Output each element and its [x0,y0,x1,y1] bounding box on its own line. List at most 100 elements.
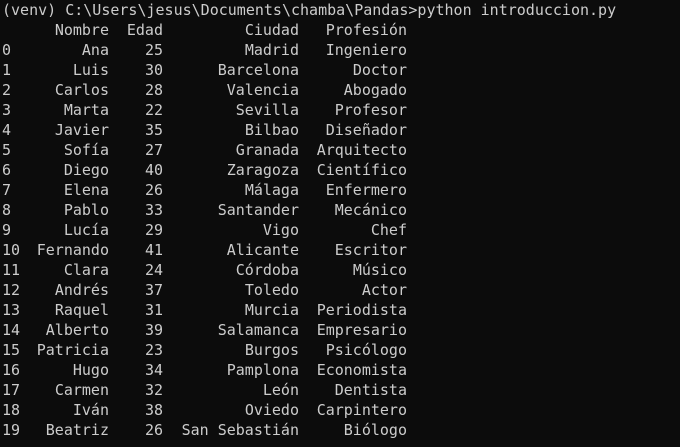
table-row: 15 Patricia 23 Burgos Psicólogo [2,340,680,360]
cell-nombre: Marta [63,101,109,119]
cell-nombre: Sofía [63,141,109,159]
row-index: 13 [2,301,21,319]
row-index: 11 [2,261,21,279]
cell-nombre: Hugo [72,361,109,379]
cell-profesion: Escritor [334,241,407,259]
cell-ciudad: Toledo [244,281,299,299]
cell-edad: 41 [144,241,163,259]
table-row: 8 Pablo 33 Santander Mecánico [2,200,680,220]
cell-ciudad: Málaga [244,181,299,199]
cell-ciudad: Salamanca [217,321,299,339]
table-body: 0 Ana 25 Madrid Ingeniero 1 Luis 30 Barcelona Doc… [2,40,680,440]
cell-profesion: Diseñador [325,121,407,139]
table-row: 4 Javier 35 Bilbao Diseñador [2,120,680,140]
cell-edad: 26 [144,421,163,439]
cell-edad: 30 [144,61,163,79]
table-row: 0 Ana 25 Madrid Ingeniero [2,40,680,60]
cell-nombre: Fernando [36,241,109,259]
cell-edad: 23 [144,341,163,359]
cell-edad: 26 [144,181,163,199]
row-index: 7 [2,181,12,199]
cell-profesion: Chef [370,221,407,239]
cell-nombre: Raquel [54,301,109,319]
table-row: 3 Marta 22 Sevilla Profesor [2,100,680,120]
cell-ciudad: Vigo [262,221,299,239]
table-row: 10 Fernando 41 Alicante Escritor [2,240,680,260]
cell-edad: 37 [144,281,163,299]
cell-edad: 25 [144,41,163,59]
cell-ciudad: Pamplona [226,361,299,379]
cell-profesion: Profesor [334,101,407,119]
row-index: 9 [2,221,12,239]
cell-ciudad: Burgos [244,341,299,359]
cell-profesion: Economista [316,361,407,379]
cell-ciudad: Sevilla [235,101,299,119]
table-row: 18 Iván 38 Oviedo Carpintero [2,400,680,420]
cell-ciudad: Oviedo [244,401,299,419]
table-row: 14 Alberto 39 Salamanca Empresario [2,320,680,340]
row-index: 1 [2,61,12,79]
table-row: 16 Hugo 34 Pamplona Economista [2,360,680,380]
row-index: 10 [2,241,21,259]
table-row: 5 Sofía 27 Granada Arquitecto [2,140,680,160]
cell-ciudad: San Sebastián [181,421,299,439]
cell-ciudad: Valencia [226,81,299,99]
cell-ciudad: Madrid [244,41,299,59]
cell-ciudad: Córdoba [235,261,299,279]
cell-ciudad: Murcia [244,301,299,319]
cell-profesion: Empresario [316,321,407,339]
cell-profesion: Psicólogo [325,341,407,359]
row-index: 14 [2,321,21,339]
cell-edad: 33 [144,201,163,219]
cell-profesion: Científico [316,161,407,179]
table-row: 1 Luis 30 Barcelona Doctor [2,60,680,80]
header-index [2,20,29,40]
table-row: 11 Clara 24 Córdoba Músico [2,260,680,280]
cell-ciudad: Santander [217,201,299,219]
row-index: 12 [2,281,21,299]
command-line: (venv) C:\Users\jesus\Documents\chamba\P… [2,0,680,20]
cell-nombre: Beatriz [45,421,109,439]
row-index: 3 [2,101,12,119]
prompt-text: (venv) C:\Users\jesus\Documents\chamba\P… [2,1,418,19]
cell-edad: 40 [144,161,163,179]
row-index: 4 [2,121,12,139]
cell-nombre: Javier [54,121,109,139]
row-index: 17 [2,381,21,399]
cell-profesion: Ingeniero [325,41,407,59]
row-index: 8 [2,201,12,219]
cell-edad: 29 [144,221,163,239]
terminal-window[interactable]: (venv) C:\Users\jesus\Documents\chamba\P… [0,0,680,447]
table-row: 6 Diego 40 Zaragoza Científico [2,160,680,180]
cell-profesion: Dentista [334,381,407,399]
cell-profesion: Enfermero [325,181,407,199]
cell-nombre: Elena [63,181,109,199]
row-index: 15 [2,341,21,359]
cell-nombre: Carlos [54,81,109,99]
cell-profesion: Doctor [352,61,407,79]
cell-profesion: Periodista [316,301,407,319]
cell-profesion: Abogado [343,81,407,99]
row-index: 6 [2,161,12,179]
header-profesion: Profesión [325,21,407,39]
cell-edad: 38 [144,401,163,419]
command-text: python introduccion.py [417,1,617,19]
table-row: 2 Carlos 28 Valencia Abogado [2,80,680,100]
table-row: 13 Raquel 31 Murcia Periodista [2,300,680,320]
cell-nombre: Iván [72,401,109,419]
cell-ciudad: Alicante [226,241,299,259]
cell-nombre: Luis [72,61,109,79]
cell-edad: 27 [144,141,163,159]
cell-edad: 31 [144,301,163,319]
table-row: 19 Beatriz 26 San Sebastián Biólogo [2,420,680,440]
cell-nombre: Ana [81,41,109,59]
header-ciudad: Ciudad [244,21,299,39]
row-index: 0 [2,41,12,59]
cell-nombre: Clara [63,261,109,279]
cell-profesion: Arquitecto [316,141,407,159]
header-edad: Edad [126,21,163,39]
cell-profesion: Carpintero [316,401,407,419]
cell-edad: 22 [144,101,163,119]
table-row: 17 Carmen 32 León Dentista [2,380,680,400]
cell-ciudad: Barcelona [217,61,299,79]
